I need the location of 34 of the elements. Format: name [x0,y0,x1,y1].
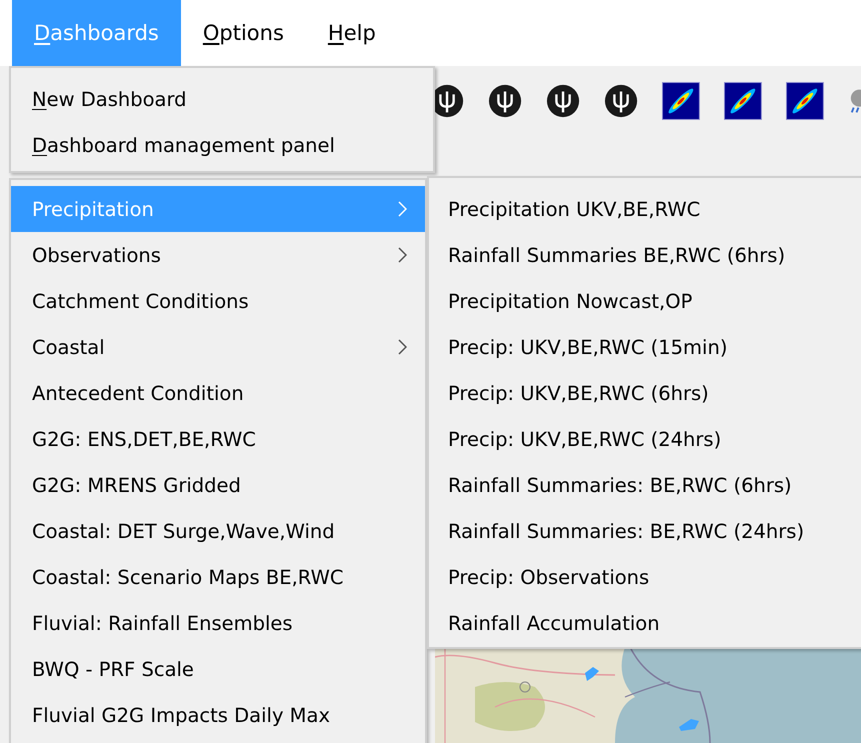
menu-item[interactable]: Precipitation Nowcast,OP [429,278,861,324]
heatmap-icon[interactable] [724,81,762,121]
menu-item[interactable]: Fluvial G2G Impacts Daily Max [11,692,425,738]
menu-item[interactable]: BWQ - PRF Scale [11,646,425,692]
menu-item[interactable]: Precip: UKV,BE,RWC (6hrs) [429,370,861,416]
menu-item[interactable]: Rainfall Summaries BE,RWC (6hrs) [429,232,861,278]
menu-item[interactable]: New Dashboard [11,76,433,122]
trident-icon[interactable] [604,83,638,119]
chevron-right-icon [398,247,407,263]
menu-item[interactable]: Antecedent Condition [11,370,425,416]
chevron-right-icon [398,201,407,217]
menu-item[interactable]: G2G: ENS,DET,BE,RWC [11,416,425,462]
menu-item[interactable]: Precip: UKV,BE,RWC (24hrs) [429,416,861,462]
menu-item[interactable]: Rainfall Summaries: BE,RWC (6hrs) [429,462,861,508]
menu-item[interactable]: Precip: UKV,BE,RWC (15min) [429,324,861,370]
trident-icon[interactable] [546,83,580,119]
menu-item[interactable]: Observations [11,232,425,278]
menu-item[interactable]: Dashboard management panel [11,122,433,168]
menu-item[interactable]: Coastal [11,324,425,370]
chevron-right-icon [398,339,407,355]
menu-title[interactable]: Options [180,0,306,66]
menu-item[interactable]: Fluvial: Rainfall Ensembles [11,600,425,646]
menu-item[interactable]: G2G: MRENS Gridded [11,462,425,508]
menu-title[interactable]: Help [306,0,398,66]
menu-item[interactable]: Rainfall Accumulation [429,600,861,646]
menu-item[interactable]: Catchment Conditions [11,278,425,324]
menu-item[interactable]: Precip: Observations [429,554,861,600]
menu-item[interactable]: Precipitation UKV,BE,RWC [429,186,861,232]
menu-item[interactable]: Coastal: Scenario Maps BE,RWC [11,554,425,600]
menu-item[interactable]: Rainfall Summaries: BE,RWC (24hrs) [429,508,861,554]
heatmap-icon[interactable] [786,81,824,121]
menu-item[interactable]: Coastal: DET Surge,Wave,Wind [11,508,425,554]
trident-icon[interactable] [488,83,522,119]
heatmap-icon[interactable] [662,81,700,121]
